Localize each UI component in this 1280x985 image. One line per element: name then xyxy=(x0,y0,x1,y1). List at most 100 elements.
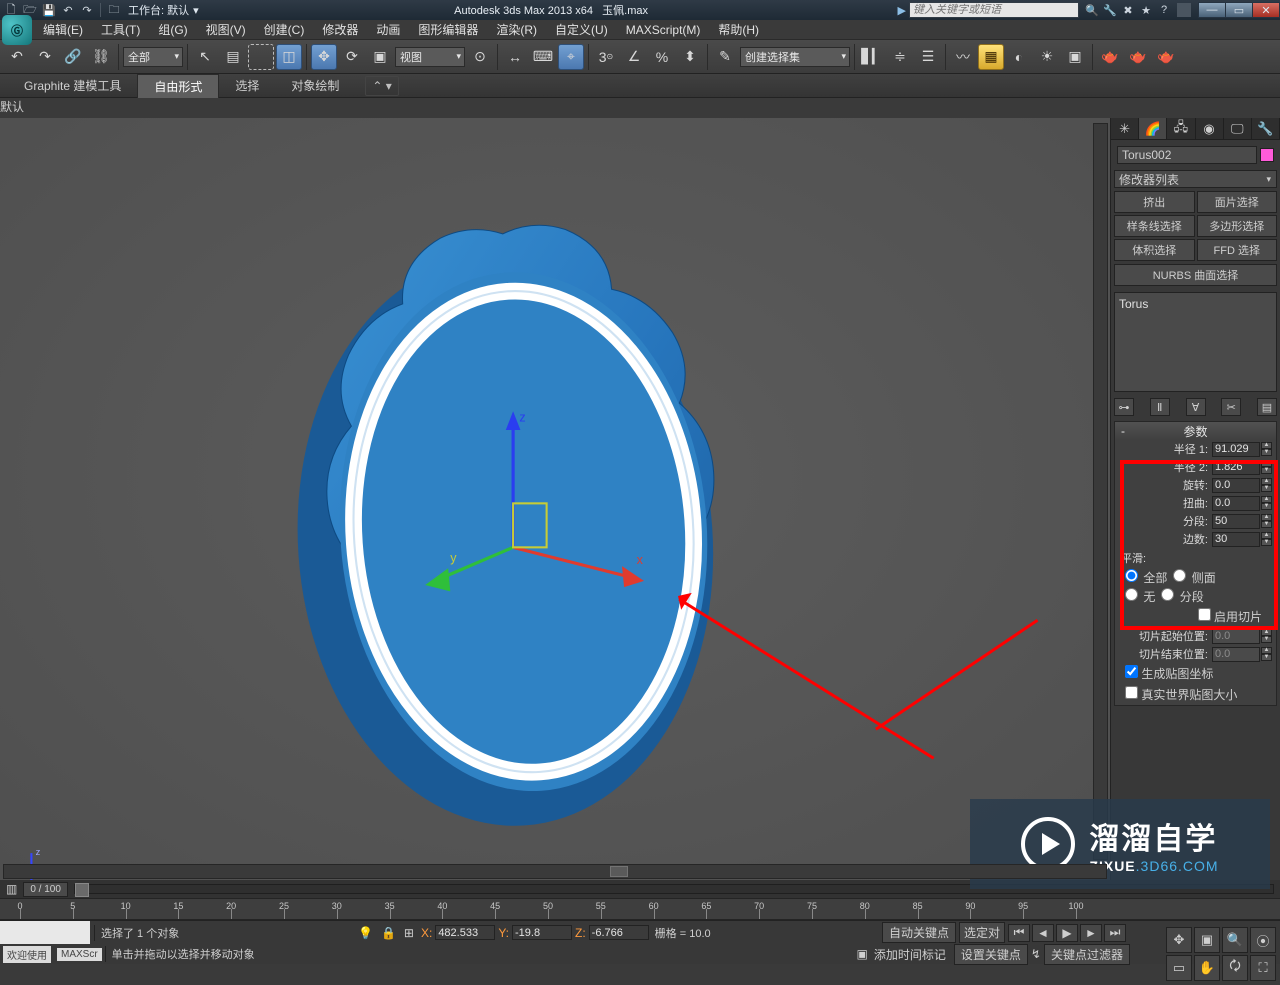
gen-mapping-checkbox[interactable]: 生成贴图坐标 xyxy=(1125,665,1213,682)
named-selection-dropdown[interactable]: 创建选择集 xyxy=(740,47,850,67)
move-icon[interactable]: ✥ xyxy=(311,44,337,70)
real-world-checkbox[interactable]: 真实世界贴图大小 xyxy=(1125,686,1237,703)
align-icon[interactable]: ≑ xyxy=(887,44,913,70)
sel-preset-4[interactable]: 体积选择 xyxy=(1114,239,1195,261)
abs-rel-icon[interactable]: ⊞ xyxy=(400,926,418,940)
angle-snap-icon[interactable]: ∠ xyxy=(621,44,647,70)
timeline-ruler[interactable]: 0510152025303540455055606570758085909510… xyxy=(0,898,1280,920)
layers-icon[interactable]: ☰ xyxy=(915,44,941,70)
render-setup-icon[interactable]: ☀ xyxy=(1034,44,1060,70)
panel-tab-motion-icon[interactable]: ◉ xyxy=(1196,118,1224,139)
next-frame-icon[interactable]: ► xyxy=(1080,924,1102,942)
pin-stack-icon[interactable]: ⊶ xyxy=(1114,398,1134,416)
menu-10[interactable]: MAXScript(M) xyxy=(617,21,710,39)
menu-0[interactable]: 编辑(E) xyxy=(34,19,92,40)
close-button[interactable]: ✕ xyxy=(1252,2,1280,18)
material-editor-icon[interactable]: ◐ xyxy=(1006,44,1032,70)
quick-render-icon[interactable]: 🫖 xyxy=(1125,44,1151,70)
qat-project-icon[interactable]: 🗀 xyxy=(106,2,122,18)
rect-region-icon[interactable] xyxy=(248,44,274,70)
sel-preset-3[interactable]: 多边形选择 xyxy=(1197,215,1278,237)
ribbon-tab-freeform[interactable]: 自由形式 xyxy=(137,74,219,98)
qat-undo-icon[interactable]: ↶ xyxy=(60,2,76,18)
key-icon[interactable]: 🔧 xyxy=(1103,4,1117,17)
rotate-icon[interactable]: ⟳ xyxy=(339,44,365,70)
workspace-label[interactable]: 工作台: 默认 xyxy=(128,2,189,18)
time-tag-icon[interactable]: ▣ xyxy=(851,947,874,961)
use-pivot-icon[interactable]: ⊙ xyxy=(467,44,493,70)
snaps-toggle-icon[interactable]: ⌖ xyxy=(558,44,584,70)
zoom-extents-icon[interactable]: ▣ xyxy=(1194,927,1220,953)
menu-1[interactable]: 工具(T) xyxy=(92,19,149,40)
keyboard-shortcut-icon[interactable]: ⌨ xyxy=(530,44,556,70)
edit-named-sel-icon[interactable]: ✎ xyxy=(712,44,738,70)
stack-item-torus[interactable]: Torus xyxy=(1119,297,1272,311)
max-viewport-icon[interactable]: ⛶ xyxy=(1250,955,1276,981)
viewport-scrollbar-vertical[interactable] xyxy=(1093,123,1108,860)
minimize-button[interactable]: — xyxy=(1198,2,1226,18)
spinner-snap-icon[interactable]: ⬍ xyxy=(677,44,703,70)
render-icon[interactable]: 🫖 xyxy=(1097,44,1123,70)
coord-y-input[interactable] xyxy=(512,925,572,940)
menu-11[interactable]: 帮助(H) xyxy=(709,19,768,40)
ribbon-sub-default[interactable]: 默认 xyxy=(0,98,1280,115)
auto-key-button[interactable]: 自动关键点 xyxy=(882,922,956,943)
maximize-button[interactable]: ▭ xyxy=(1225,2,1253,18)
link-icon[interactable]: 🔗 xyxy=(60,44,86,70)
ribbon-collapse-icon[interactable]: ⌃ ▾ xyxy=(365,76,398,96)
exchange-icon[interactable]: ✖ xyxy=(1121,4,1135,17)
app-button[interactable]: Ⓖ xyxy=(2,15,32,45)
sel-preset-1[interactable]: 面片选择 xyxy=(1197,191,1278,213)
remove-modifier-icon[interactable]: ✂ xyxy=(1221,398,1241,416)
set-key-mode-icon[interactable]: ▥ xyxy=(6,882,17,896)
object-name-field[interactable]: Torus002 xyxy=(1117,146,1257,164)
info-icon[interactable]: ▶ xyxy=(898,4,906,17)
make-unique-icon[interactable]: ∀ xyxy=(1186,398,1206,416)
undo-icon[interactable]: ↶ xyxy=(4,44,30,70)
goto-end-icon[interactable]: ⏭ xyxy=(1104,924,1126,942)
manipulate-icon[interactable]: ↔ xyxy=(502,44,528,70)
fov-icon[interactable]: ⦿ xyxy=(1250,927,1276,953)
viewport-perspective[interactable]: [+] [正交] [真实 + 边面] xyxy=(0,118,1110,880)
redo-icon[interactable]: ↷ xyxy=(32,44,58,70)
mirror-icon[interactable]: ▋▎ xyxy=(859,44,885,70)
selection-filter-dropdown[interactable]: 全部 xyxy=(123,47,183,67)
zoom-region-icon[interactable]: ▭ xyxy=(1166,955,1192,981)
time-slider-thumb[interactable] xyxy=(75,883,89,897)
set-key-button[interactable]: 设置关键点 xyxy=(954,944,1028,965)
ribbon-tab-modeling[interactable]: Graphite 建模工具 xyxy=(8,74,137,97)
menu-5[interactable]: 修改器 xyxy=(313,19,367,40)
rollout-header-params[interactable]: 参数 xyxy=(1115,422,1276,440)
modifier-stack[interactable]: Torus xyxy=(1114,292,1277,392)
help-icon[interactable]: ? xyxy=(1157,4,1171,16)
radius1-input[interactable] xyxy=(1212,442,1260,457)
ribbon-tab-selection[interactable]: 选择 xyxy=(219,74,275,97)
zoom-icon[interactable]: 🔍 xyxy=(1222,927,1248,953)
scrollbar-thumb[interactable] xyxy=(610,866,628,877)
pan-view-icon[interactable]: ✥ xyxy=(1166,927,1192,953)
orbit-icon[interactable]: 🗘 xyxy=(1222,955,1248,981)
schematic-icon[interactable]: ▦ xyxy=(978,44,1004,70)
sel-preset-2[interactable]: 样条线选择 xyxy=(1114,215,1195,237)
window-crossing-icon[interactable]: ◫ xyxy=(276,44,302,70)
panel-tab-modify-icon[interactable]: 🌈 xyxy=(1139,118,1167,139)
search-icon[interactable]: 🔍 xyxy=(1085,4,1099,17)
show-end-result-icon[interactable]: Ⅱ xyxy=(1150,398,1170,416)
menu-8[interactable]: 渲染(R) xyxy=(487,19,546,40)
scale-icon[interactable]: ▣ xyxy=(367,44,393,70)
star-icon[interactable]: ★ xyxy=(1139,4,1153,17)
goto-start-icon[interactable]: ⏮ xyxy=(1008,924,1030,942)
lock-selection-icon[interactable]: 💡 xyxy=(354,926,377,940)
ribbon-tab-objectpaint[interactable]: 对象绘制 xyxy=(275,74,355,97)
configure-sets-icon[interactable]: ▤ xyxy=(1257,398,1277,416)
qat-redo-icon[interactable]: ↷ xyxy=(79,2,95,18)
panel-tab-utilities-icon[interactable]: 🔧 xyxy=(1252,118,1280,139)
key-mode-icon[interactable]: ↯ xyxy=(1031,947,1041,961)
snap-3d-icon[interactable]: 3⊙ xyxy=(593,44,619,70)
coord-z-input[interactable] xyxy=(589,925,649,940)
select-object-icon[interactable]: ↖ xyxy=(192,44,218,70)
panel-tab-display-icon[interactable]: 🖵 xyxy=(1224,118,1252,139)
selected-marker-button[interactable]: 选定对 xyxy=(959,922,1005,943)
menu-3[interactable]: 视图(V) xyxy=(197,19,255,40)
pan-icon[interactable]: ✋ xyxy=(1194,955,1220,981)
